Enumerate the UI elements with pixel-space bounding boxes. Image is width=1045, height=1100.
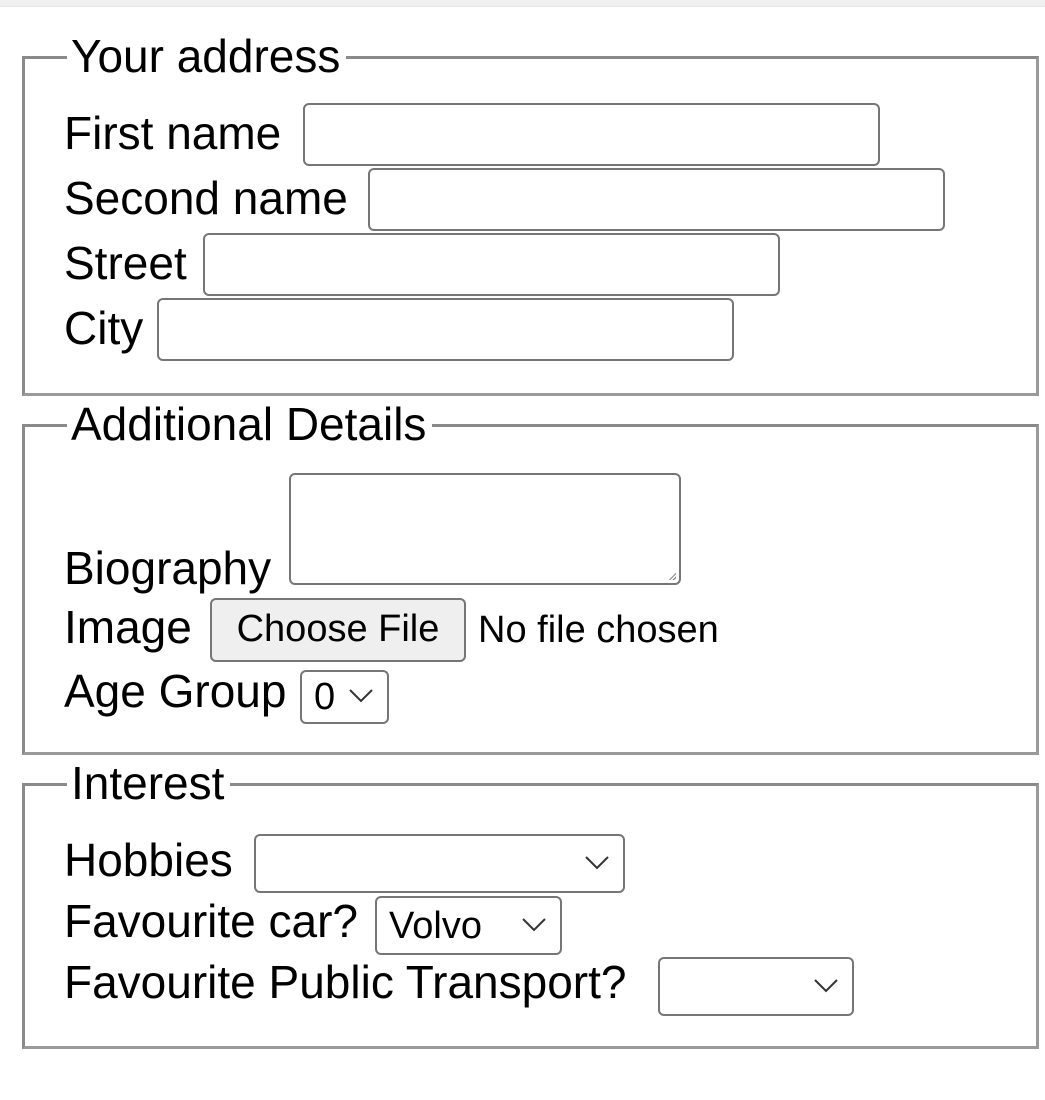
second-name-label: Second name	[64, 172, 348, 224]
interest-fieldset: Interest Hobbies Favourite car? Volvo Fa…	[22, 756, 1039, 1049]
image-label: Image	[64, 601, 192, 653]
city-label: City	[64, 302, 144, 354]
interest-legend: Interest	[67, 756, 231, 810]
second-name-input[interactable]	[368, 168, 945, 231]
top-divider	[0, 0, 1045, 7]
biography-label: Biography	[64, 542, 272, 594]
first-name-label: First name	[64, 107, 282, 159]
street-label: Street	[64, 237, 187, 289]
chevron-down-icon	[585, 855, 609, 869]
first-name-input[interactable]	[303, 103, 880, 166]
hobbies-select[interactable]	[254, 834, 625, 893]
age-group-value: 0	[314, 676, 336, 718]
biography-textarea[interactable]	[289, 473, 681, 585]
hobbies-label: Hobbies	[64, 834, 233, 886]
details-legend: Additional Details	[67, 397, 433, 451]
address-legend: Your address	[67, 29, 347, 83]
age-group-select[interactable]: 0	[300, 670, 389, 724]
file-status-text: No file chosen	[478, 609, 719, 651]
chevron-down-icon	[349, 689, 373, 703]
favourite-car-label: Favourite car?	[64, 895, 359, 947]
address-fieldset: Your address First name Second name Stre…	[22, 29, 1039, 396]
city-input[interactable]	[157, 298, 734, 361]
favourite-transport-label: Favourite Public Transport?	[64, 956, 627, 1008]
street-input[interactable]	[203, 233, 780, 296]
favourite-transport-select[interactable]	[658, 957, 854, 1016]
resize-grip-icon[interactable]	[668, 572, 676, 580]
favourite-car-value: Volvo	[389, 905, 482, 947]
details-fieldset: Additional Details Biography Image Choos…	[22, 397, 1039, 755]
age-group-label: Age Group	[64, 665, 287, 717]
chevron-down-icon	[814, 978, 838, 992]
chevron-down-icon	[522, 917, 546, 931]
choose-file-button[interactable]: Choose File	[210, 598, 466, 662]
favourite-car-select[interactable]: Volvo	[375, 896, 562, 955]
